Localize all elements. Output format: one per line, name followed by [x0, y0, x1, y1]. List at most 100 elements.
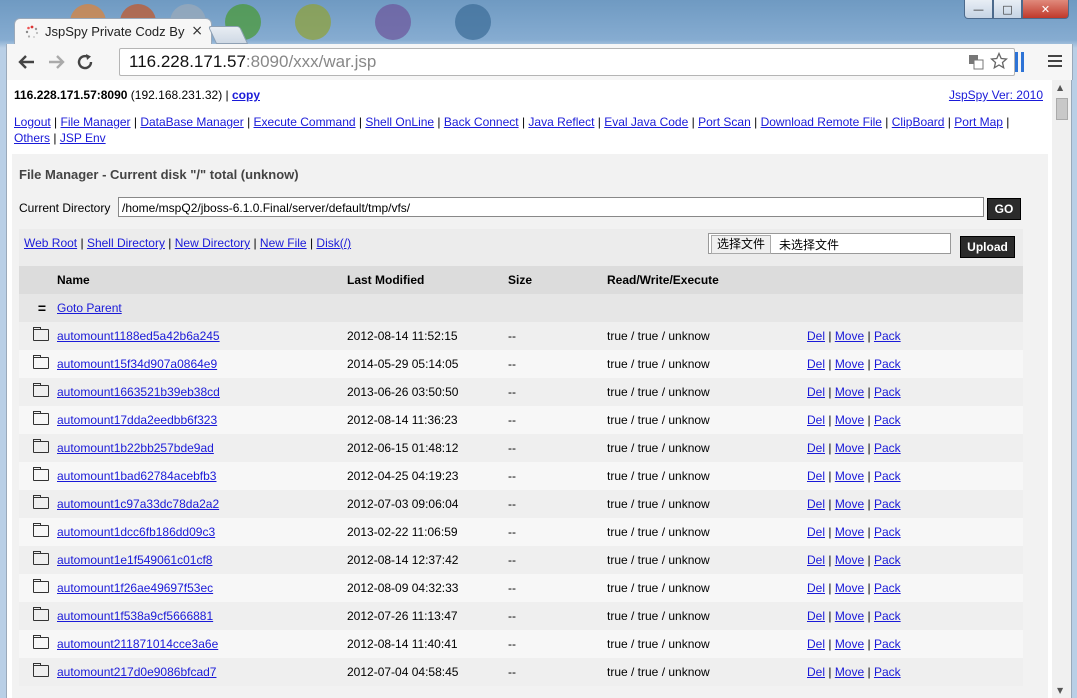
- pack-link[interactable]: Pack: [874, 581, 901, 595]
- move-link[interactable]: Move: [835, 581, 864, 595]
- nav-link-11[interactable]: Port Map: [954, 115, 1003, 129]
- move-link[interactable]: Move: [835, 469, 864, 483]
- nav-link-13[interactable]: JSP Env: [60, 131, 106, 145]
- file-name-link[interactable]: automount217d0e9086bfcad7: [57, 665, 216, 679]
- nav-link-2[interactable]: DataBase Manager: [140, 115, 243, 129]
- action-separator: |: [864, 441, 874, 455]
- nav-link-12[interactable]: Others: [14, 131, 50, 145]
- pack-link[interactable]: Pack: [874, 385, 901, 399]
- del-link[interactable]: Del: [807, 441, 825, 455]
- nav-link-4[interactable]: Shell OnLine: [365, 115, 434, 129]
- del-link[interactable]: Del: [807, 637, 825, 651]
- file-upload-input[interactable]: 选择文件 未选择文件: [708, 233, 951, 254]
- browser-tab[interactable]: JspSpy Private Codz By ×: [14, 18, 212, 45]
- vertical-scrollbar[interactable]: ▲ ▼: [1052, 80, 1072, 698]
- pack-link[interactable]: Pack: [874, 469, 901, 483]
- move-link[interactable]: Move: [835, 609, 864, 623]
- nav-link-8[interactable]: Port Scan: [698, 115, 751, 129]
- pack-link[interactable]: Pack: [874, 441, 901, 455]
- file-name-link[interactable]: automount1f538a9cf5666881: [57, 609, 213, 623]
- pack-link[interactable]: Pack: [874, 609, 901, 623]
- back-icon[interactable]: [15, 50, 39, 74]
- move-link[interactable]: Move: [835, 525, 864, 539]
- quick-link-3[interactable]: New File: [260, 236, 307, 250]
- goto-parent-link[interactable]: Goto Parent: [57, 301, 122, 315]
- nav-link-5[interactable]: Back Connect: [444, 115, 519, 129]
- move-link[interactable]: Move: [835, 413, 864, 427]
- bookmark-star-icon[interactable]: [990, 52, 1008, 70]
- move-link[interactable]: Move: [835, 665, 864, 679]
- reload-icon[interactable]: [73, 50, 97, 74]
- del-link[interactable]: Del: [807, 469, 825, 483]
- quick-link-separator: |: [164, 236, 175, 250]
- nav-link-1[interactable]: File Manager: [61, 115, 131, 129]
- pack-link[interactable]: Pack: [874, 357, 901, 371]
- pack-link[interactable]: Pack: [874, 413, 901, 427]
- del-link[interactable]: Del: [807, 525, 825, 539]
- quick-link-2[interactable]: New Directory: [175, 236, 250, 250]
- del-link[interactable]: Del: [807, 581, 825, 595]
- del-link[interactable]: Del: [807, 497, 825, 511]
- file-table: Name Last Modified Size Read/Write/Execu…: [19, 266, 1023, 686]
- pack-link[interactable]: Pack: [874, 665, 901, 679]
- forward-icon[interactable]: [44, 50, 68, 74]
- upload-button[interactable]: Upload: [960, 236, 1015, 258]
- scroll-down-icon[interactable]: ▼: [1057, 686, 1063, 695]
- move-link[interactable]: Move: [835, 441, 864, 455]
- file-name-link[interactable]: automount1663521b39eb38cd: [57, 385, 220, 399]
- quick-link-1[interactable]: Shell Directory: [87, 236, 165, 250]
- version-link[interactable]: JspSpy Ver: 2010: [949, 88, 1043, 102]
- move-link[interactable]: Move: [835, 357, 864, 371]
- move-link[interactable]: Move: [835, 637, 864, 651]
- del-link[interactable]: Del: [807, 357, 825, 371]
- del-link[interactable]: Del: [807, 329, 825, 343]
- nav-link-10[interactable]: ClipBoard: [892, 115, 945, 129]
- quick-link-0[interactable]: Web Root: [24, 236, 77, 250]
- go-button[interactable]: GO: [987, 198, 1021, 220]
- nav-link-9[interactable]: Download Remote File: [761, 115, 882, 129]
- window-close-button[interactable]: ✕: [1022, 0, 1069, 19]
- file-name-link[interactable]: automount15f34d907a0864e9: [57, 357, 217, 371]
- extension-icon[interactable]: [1015, 52, 1027, 72]
- del-link[interactable]: Del: [807, 413, 825, 427]
- file-name-link[interactable]: automount1b22bb257bde9ad: [57, 441, 214, 455]
- minimize-button[interactable]: —: [964, 0, 993, 19]
- current-directory-input[interactable]: /home/mspQ2/jboss-6.1.0.Final/server/def…: [118, 197, 984, 217]
- menu-icon[interactable]: [1048, 55, 1062, 70]
- file-name-link[interactable]: automount1e1f549061c01cf8: [57, 553, 212, 567]
- move-link[interactable]: Move: [835, 329, 864, 343]
- address-bar[interactable]: 116.228.171.57:8090/xxx/war.jsp: [119, 48, 1015, 76]
- pack-link[interactable]: Pack: [874, 329, 901, 343]
- file-name-link[interactable]: automount1bad62784acebfb3: [57, 469, 216, 483]
- tab-close-icon[interactable]: ×: [191, 23, 203, 39]
- move-link[interactable]: Move: [835, 553, 864, 567]
- del-link[interactable]: Del: [807, 665, 825, 679]
- del-link[interactable]: Del: [807, 609, 825, 623]
- copy-link[interactable]: copy: [232, 88, 260, 102]
- translate-icon[interactable]: [968, 54, 984, 70]
- maximize-button[interactable]: □: [993, 0, 1022, 19]
- pack-link[interactable]: Pack: [874, 497, 901, 511]
- pack-link[interactable]: Pack: [874, 553, 901, 567]
- pack-link[interactable]: Pack: [874, 525, 901, 539]
- file-name-link[interactable]: automount17dda2eedbb6f323: [57, 413, 217, 427]
- nav-link-7[interactable]: Eval Java Code: [604, 115, 688, 129]
- file-name-link[interactable]: automount211871014cce3a6e: [57, 637, 218, 651]
- pack-link[interactable]: Pack: [874, 637, 901, 651]
- nav-link-0[interactable]: Logout: [14, 115, 51, 129]
- permissions-cell: true / true / unknow: [607, 546, 807, 574]
- del-link[interactable]: Del: [807, 385, 825, 399]
- file-name-link[interactable]: automount1dcc6fb186dd09c3: [57, 525, 215, 539]
- del-link[interactable]: Del: [807, 553, 825, 567]
- file-name-link[interactable]: automount1f26ae49697f53ec: [57, 581, 213, 595]
- move-link[interactable]: Move: [835, 497, 864, 511]
- file-name-link[interactable]: automount1188ed5a42b6a245: [57, 329, 220, 343]
- nav-link-3[interactable]: Execute Command: [254, 115, 356, 129]
- choose-file-button[interactable]: 选择文件: [711, 235, 772, 254]
- nav-link-6[interactable]: Java Reflect: [528, 115, 594, 129]
- quick-link-4[interactable]: Disk(/): [316, 236, 351, 250]
- scrollbar-thumb[interactable]: [1056, 98, 1068, 120]
- file-name-link[interactable]: automount1c97a33dc78da2a2: [57, 497, 219, 511]
- scroll-up-icon[interactable]: ▲: [1057, 83, 1063, 92]
- move-link[interactable]: Move: [835, 385, 864, 399]
